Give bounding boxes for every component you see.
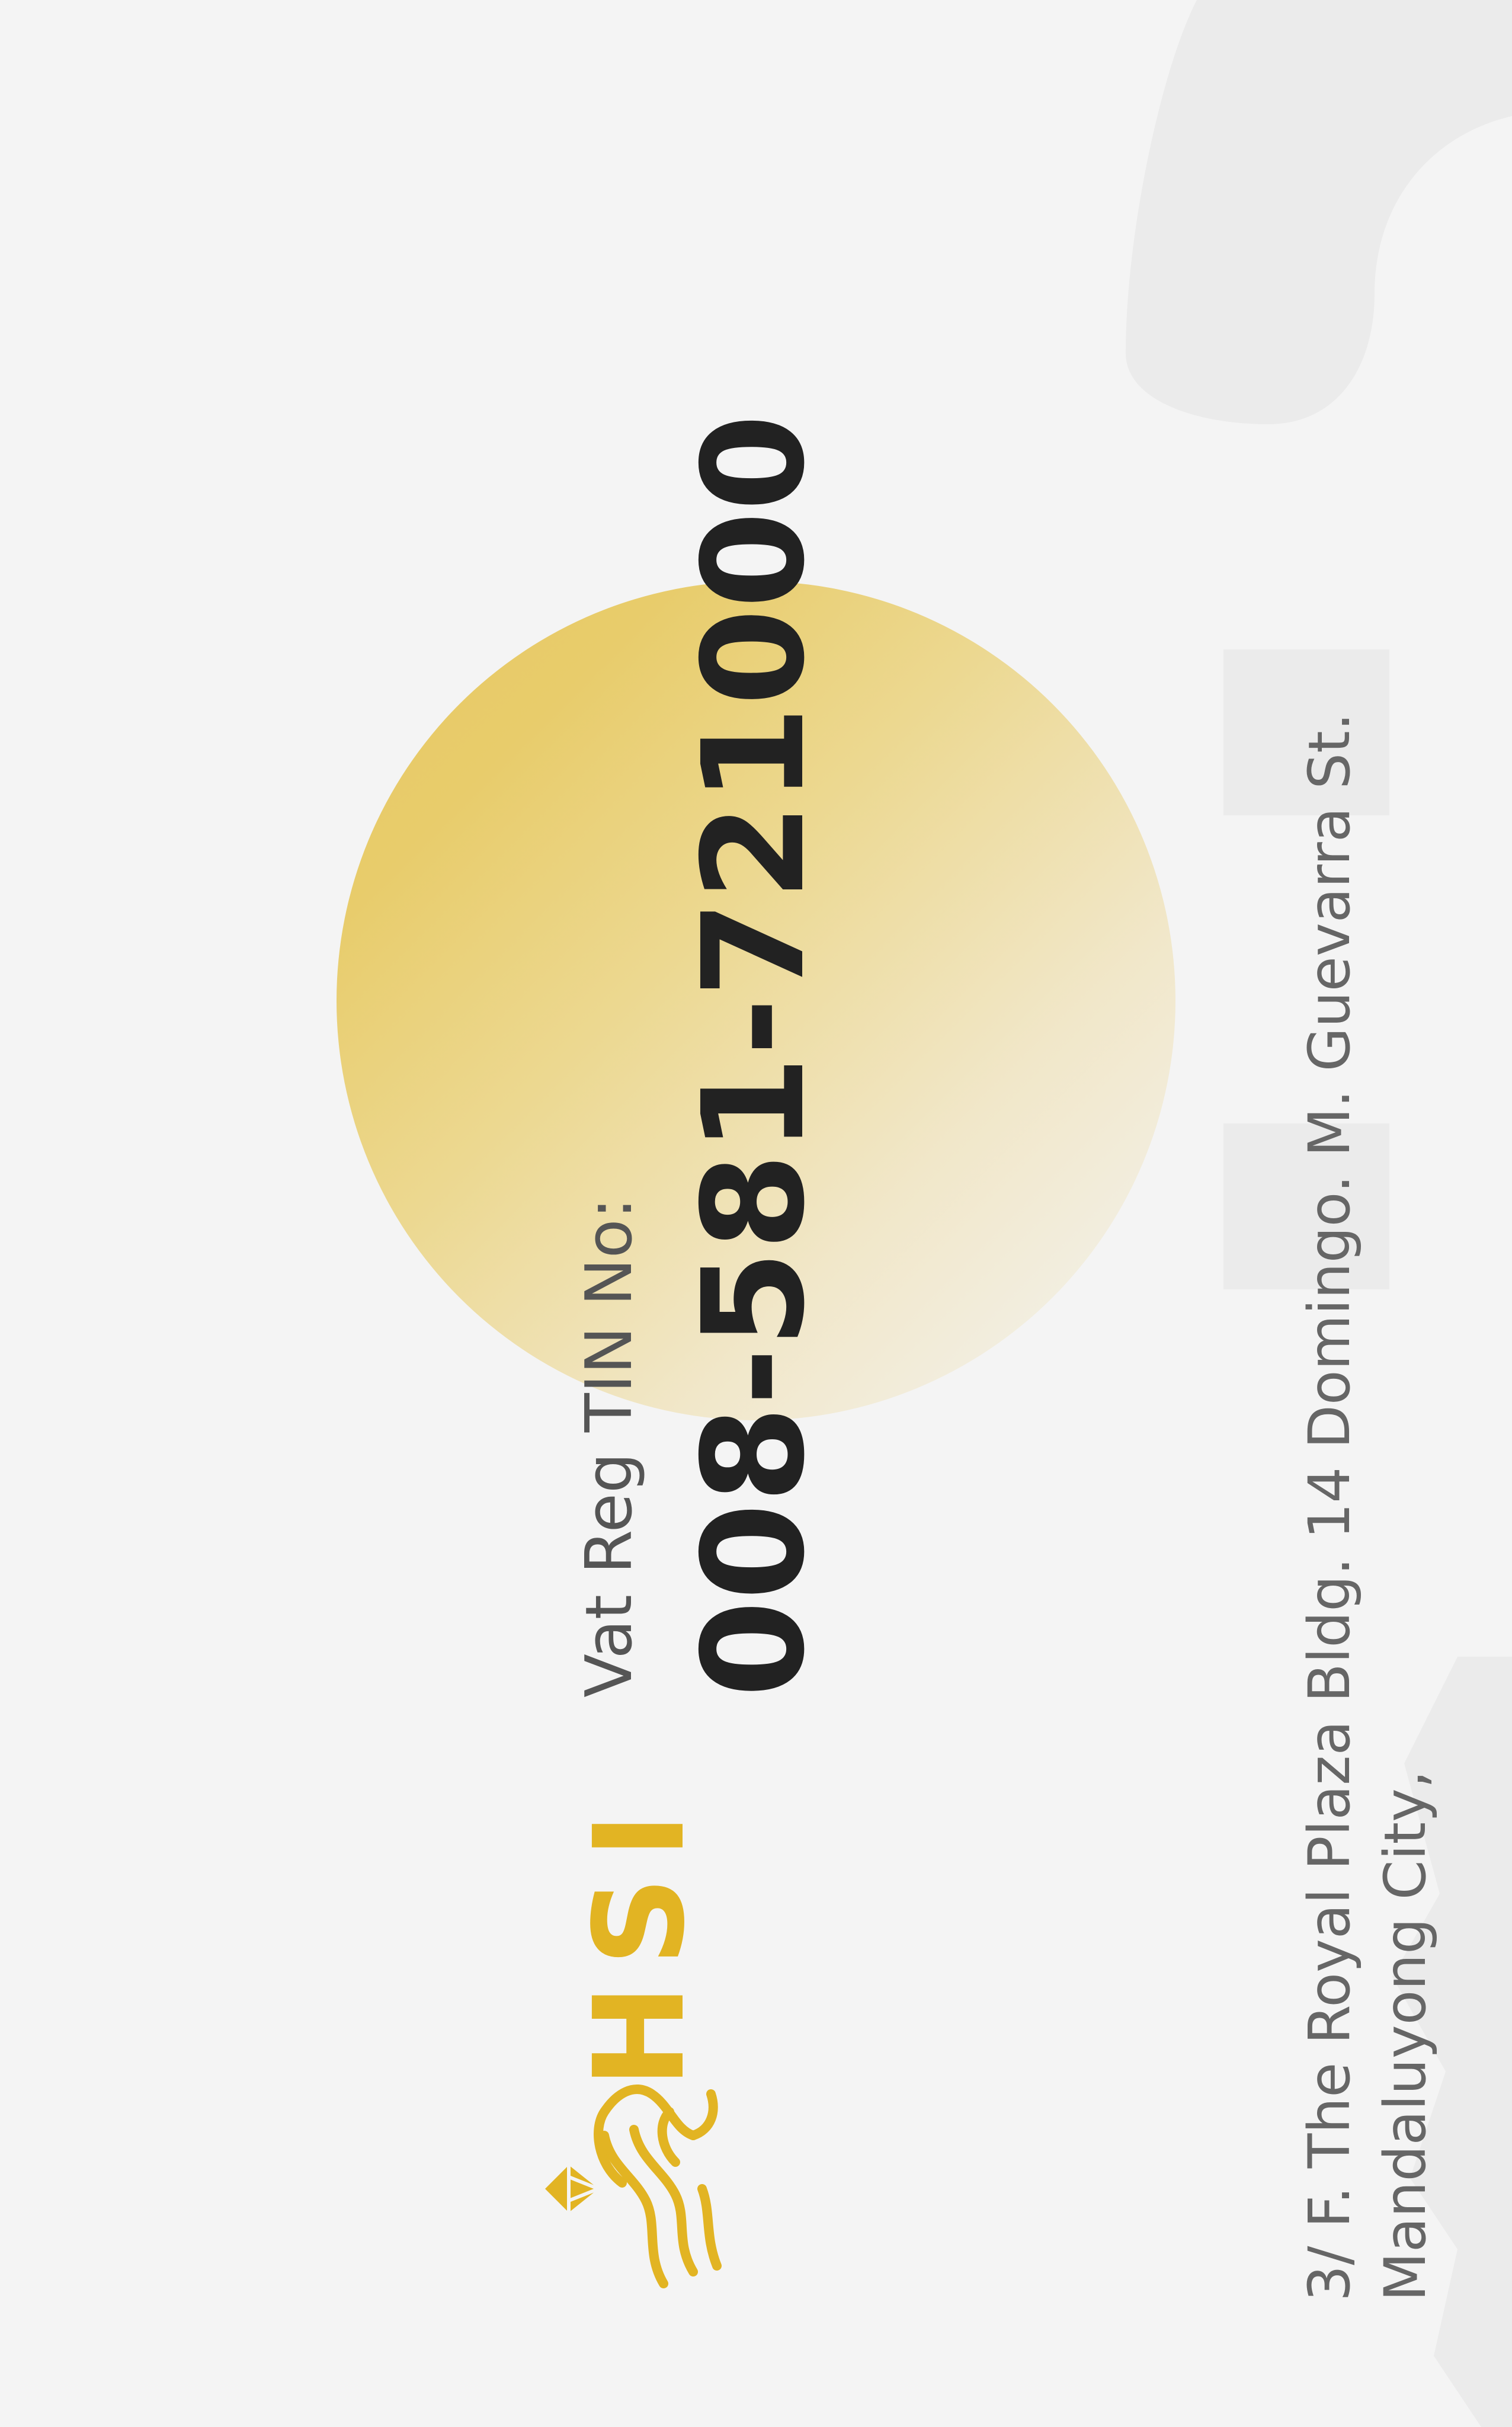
tin-number: 008-581-721000 xyxy=(672,414,835,1698)
page: HSI Vat Reg TIN No: 008-581-721000 3/ F.… xyxy=(0,0,1512,2427)
address-line-1: 3/ F. The Royal Plaza Bldg. 14 Domingo. … xyxy=(1296,712,1363,2301)
card: HSI Vat Reg TIN No: 008-581-721000 3/ F.… xyxy=(0,0,1512,2427)
address: 3/ F. The Royal Plaza Bldg. 14 Domingo. … xyxy=(1292,713,1443,2301)
brand-name: HSI xyxy=(567,1794,712,2088)
address-line-2: Mandaluyong City, xyxy=(1372,1770,1439,2301)
tin-label: Vat Reg TIN No: xyxy=(572,1197,646,1698)
